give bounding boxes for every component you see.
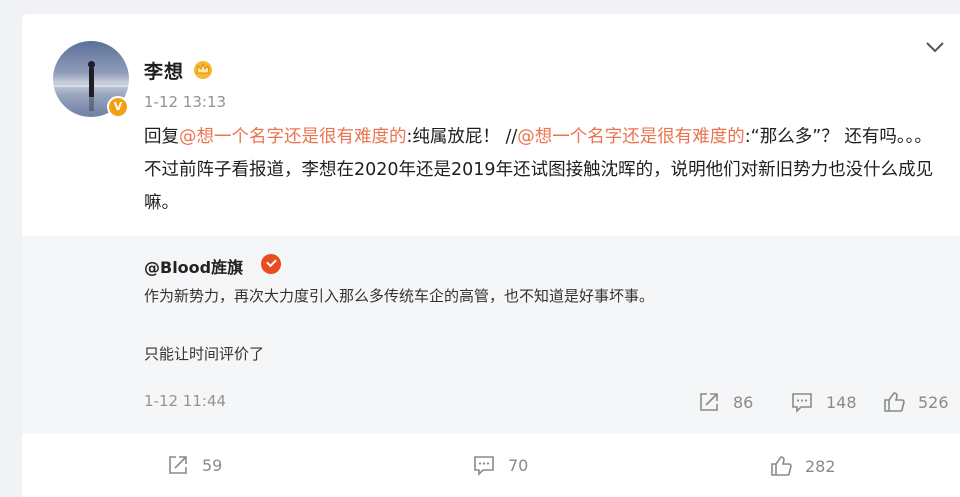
mention-link[interactable]: @想一个名字还是很有难度的 — [179, 127, 407, 147]
comment-icon — [474, 456, 494, 476]
repost-text-line: 只能让时间评价了 — [144, 345, 265, 363]
share-count: 86 — [733, 392, 754, 412]
post-text-part1: :纯属放屁！ // — [406, 127, 518, 147]
share-icon — [700, 393, 718, 411]
repost-share-button[interactable]: 86 — [697, 390, 753, 414]
chevron-down-icon[interactable] — [924, 38, 946, 56]
author-name[interactable]: 李想 — [144, 57, 184, 84]
comment-icon — [792, 393, 812, 413]
comment-count: 70 — [508, 455, 529, 475]
repost-like-button[interactable]: 526 — [882, 390, 949, 414]
thumbs-up-icon — [884, 392, 905, 412]
like-count: 526 — [918, 392, 949, 412]
thumbs-up-icon — [771, 456, 792, 476]
post-text: 回复@想一个名字还是很有难度的:纯属放屁！ //@想一个名字还是很有难度的:“那… — [144, 121, 934, 220]
verified-badge: V — [107, 96, 129, 118]
mention-link[interactable]: @想一个名字还是很有难度的 — [517, 127, 745, 147]
repost-comment-button[interactable]: 148 — [790, 390, 857, 414]
like-count: 282 — [805, 456, 836, 476]
like-button[interactable]: 282 — [769, 454, 836, 478]
post-timestamp[interactable]: 1-12 13:13 — [144, 93, 226, 111]
share-icon — [169, 456, 187, 474]
comment-button[interactable]: 70 — [472, 453, 528, 477]
repost-author[interactable]: @Blood旌旗 — [144, 254, 243, 278]
avatar-figure — [88, 61, 95, 97]
crown-icon[interactable] — [192, 58, 214, 80]
avatar-reflection — [89, 97, 94, 111]
orange-verified-icon — [261, 254, 281, 274]
share-button[interactable]: 59 — [166, 453, 222, 477]
comment-count: 148 — [826, 392, 857, 412]
repost-timestamp[interactable]: 1-12 11:44 — [144, 392, 226, 410]
repost-text-line: 作为新势力，再次大力度引入那么多传统车企的高管，也不知道是好事坏事。 — [144, 287, 655, 305]
reply-prefix: 回复 — [144, 127, 179, 147]
share-count: 59 — [202, 455, 223, 475]
